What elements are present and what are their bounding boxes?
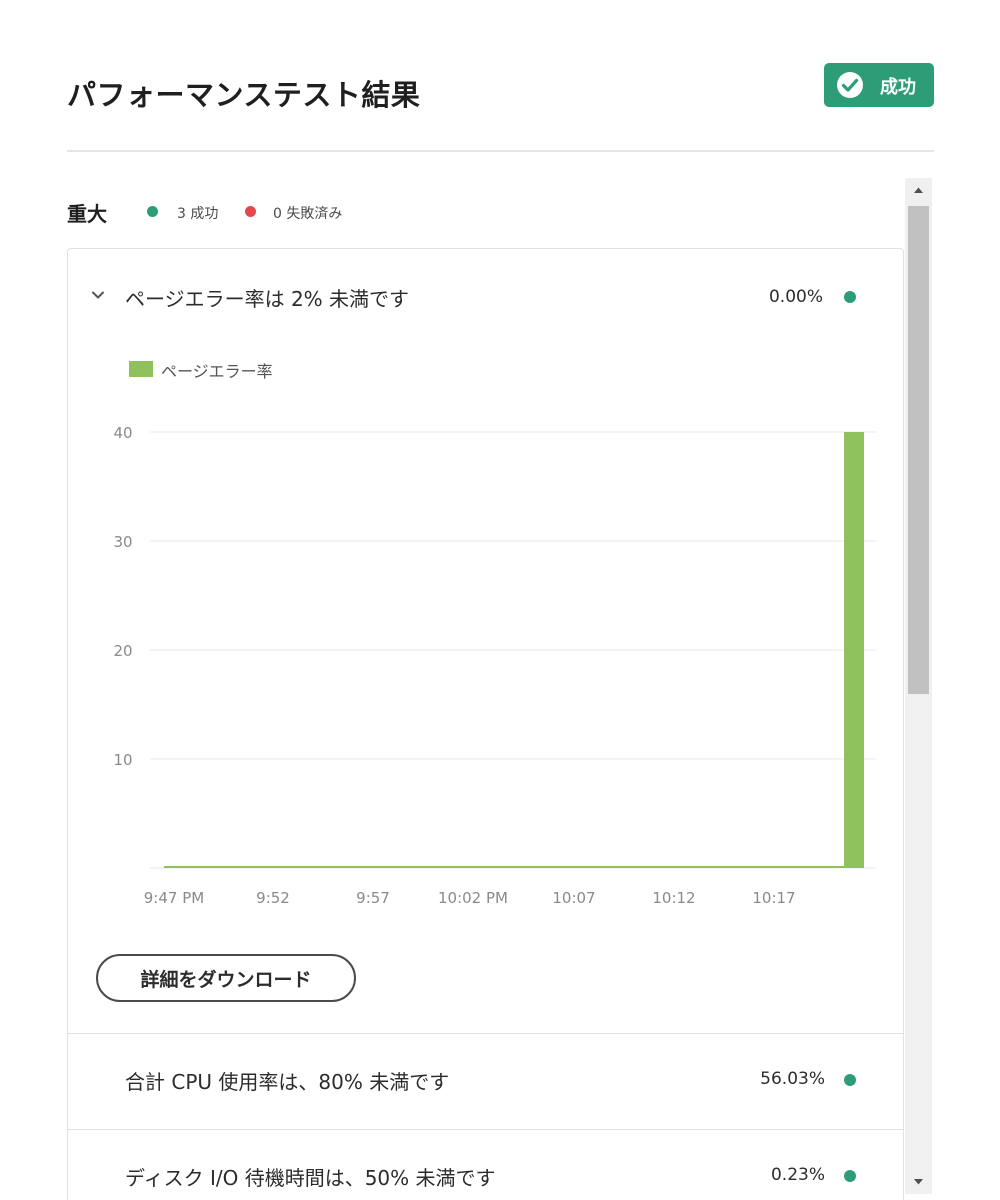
failed-dot-icon xyxy=(245,206,256,217)
x-tick-label: 9:52 xyxy=(256,889,290,907)
bar xyxy=(204,866,224,868)
test-label-page-error-rate[interactable]: ページエラー率は 2% 未満です xyxy=(125,283,409,312)
bar xyxy=(544,866,564,868)
test-value-disk-io: 0.23% xyxy=(770,1165,825,1185)
severity-title: 重大 xyxy=(67,202,107,226)
bar xyxy=(384,866,404,868)
test-value-cpu: 56.03% xyxy=(760,1069,825,1089)
scroll-down-arrow-icon[interactable] xyxy=(905,1170,932,1194)
x-tick-label: 10:02 PM xyxy=(438,889,508,907)
y-tick-label: 30 xyxy=(113,533,132,551)
bar xyxy=(744,866,764,868)
x-tick-label: 10:17 xyxy=(752,889,795,907)
bar xyxy=(364,866,384,868)
vertical-scrollbar[interactable] xyxy=(905,178,932,1194)
bar xyxy=(804,866,824,868)
bar xyxy=(244,866,264,868)
bar xyxy=(524,866,544,868)
bar xyxy=(184,866,204,868)
legend-label: ページエラー率 xyxy=(161,362,273,381)
test-label-disk-io: ディスク I/O 待機時間は、50% 未満です xyxy=(125,1166,496,1190)
bar xyxy=(604,866,624,868)
test-row-cpu[interactable]: 合計 CPU 使用率は、80% 未満です 56.03% xyxy=(68,1033,904,1129)
bar xyxy=(664,866,684,868)
bar xyxy=(304,866,324,868)
passed-dot-icon xyxy=(147,206,158,217)
y-tick-label: 20 xyxy=(113,642,132,660)
test-results-card: ページエラー率は 2% 未満です 0.00% ページエラー率 10 20 30 40 9… xyxy=(67,248,904,1200)
bar xyxy=(484,866,504,868)
severity-summary: 重大 3 成功 0 失敗済み xyxy=(67,198,904,228)
status-dot-icon xyxy=(844,1170,856,1182)
x-tick-label: 10:12 xyxy=(652,889,695,907)
bar xyxy=(464,866,484,868)
results-scroll-area[interactable]: 重大 3 成功 0 失敗済み ページエラー率は 2% 未満です 0.00% ペー… xyxy=(67,178,904,1200)
x-tick-label: 9:57 xyxy=(356,889,390,907)
bar xyxy=(284,866,304,868)
results-header: パフォーマンステスト結果 成功 xyxy=(67,0,934,152)
bar xyxy=(404,866,424,868)
bar xyxy=(444,866,464,868)
bar xyxy=(624,866,644,868)
bar xyxy=(584,866,604,868)
bar xyxy=(344,866,364,868)
bar xyxy=(264,866,284,868)
check-circle-icon xyxy=(837,72,863,98)
bar xyxy=(564,866,584,868)
y-tick-label: 40 xyxy=(113,424,132,442)
test-row-disk-io[interactable]: ディスク I/O 待機時間は、50% 未満です 0.23% xyxy=(68,1129,904,1200)
x-tick-label: 9:47 PM xyxy=(144,889,204,907)
bar xyxy=(684,866,704,868)
passed-count: 3 成功 xyxy=(177,206,219,222)
bar xyxy=(504,866,524,868)
bar xyxy=(824,866,844,868)
x-tick-label: 10:07 xyxy=(552,889,595,907)
test-value-page-error-rate: 0.00% xyxy=(768,287,823,307)
bar xyxy=(784,866,804,868)
bar xyxy=(164,866,184,868)
failed-count: 0 失敗済み xyxy=(273,206,343,222)
bar xyxy=(724,866,744,868)
page-title: パフォーマンステスト結果 xyxy=(67,78,421,112)
page-error-rate-chart: 10 20 30 40 9:47 PM 9:52 9:57 10:02 PM 10:07 10:1… xyxy=(113,424,876,907)
bar xyxy=(704,866,724,868)
status-badge-label: 成功 xyxy=(880,77,916,98)
status-badge: 成功 xyxy=(824,63,934,107)
status-dot-icon xyxy=(844,291,856,303)
scroll-up-arrow-icon[interactable] xyxy=(905,178,932,202)
scrollbar-thumb[interactable] xyxy=(908,206,929,694)
status-dot-icon xyxy=(844,1074,856,1086)
legend-swatch xyxy=(129,361,153,377)
download-details-button[interactable]: 詳細をダウンロード xyxy=(96,954,356,1002)
bar xyxy=(224,866,244,868)
bar xyxy=(424,866,444,868)
y-tick-label: 10 xyxy=(113,751,132,769)
bar xyxy=(764,866,784,868)
bar xyxy=(644,866,664,868)
test-label-cpu: 合計 CPU 使用率は、80% 未満です xyxy=(125,1070,450,1094)
bar xyxy=(324,866,344,868)
chevron-down-icon[interactable] xyxy=(90,287,106,303)
bar xyxy=(844,432,864,868)
